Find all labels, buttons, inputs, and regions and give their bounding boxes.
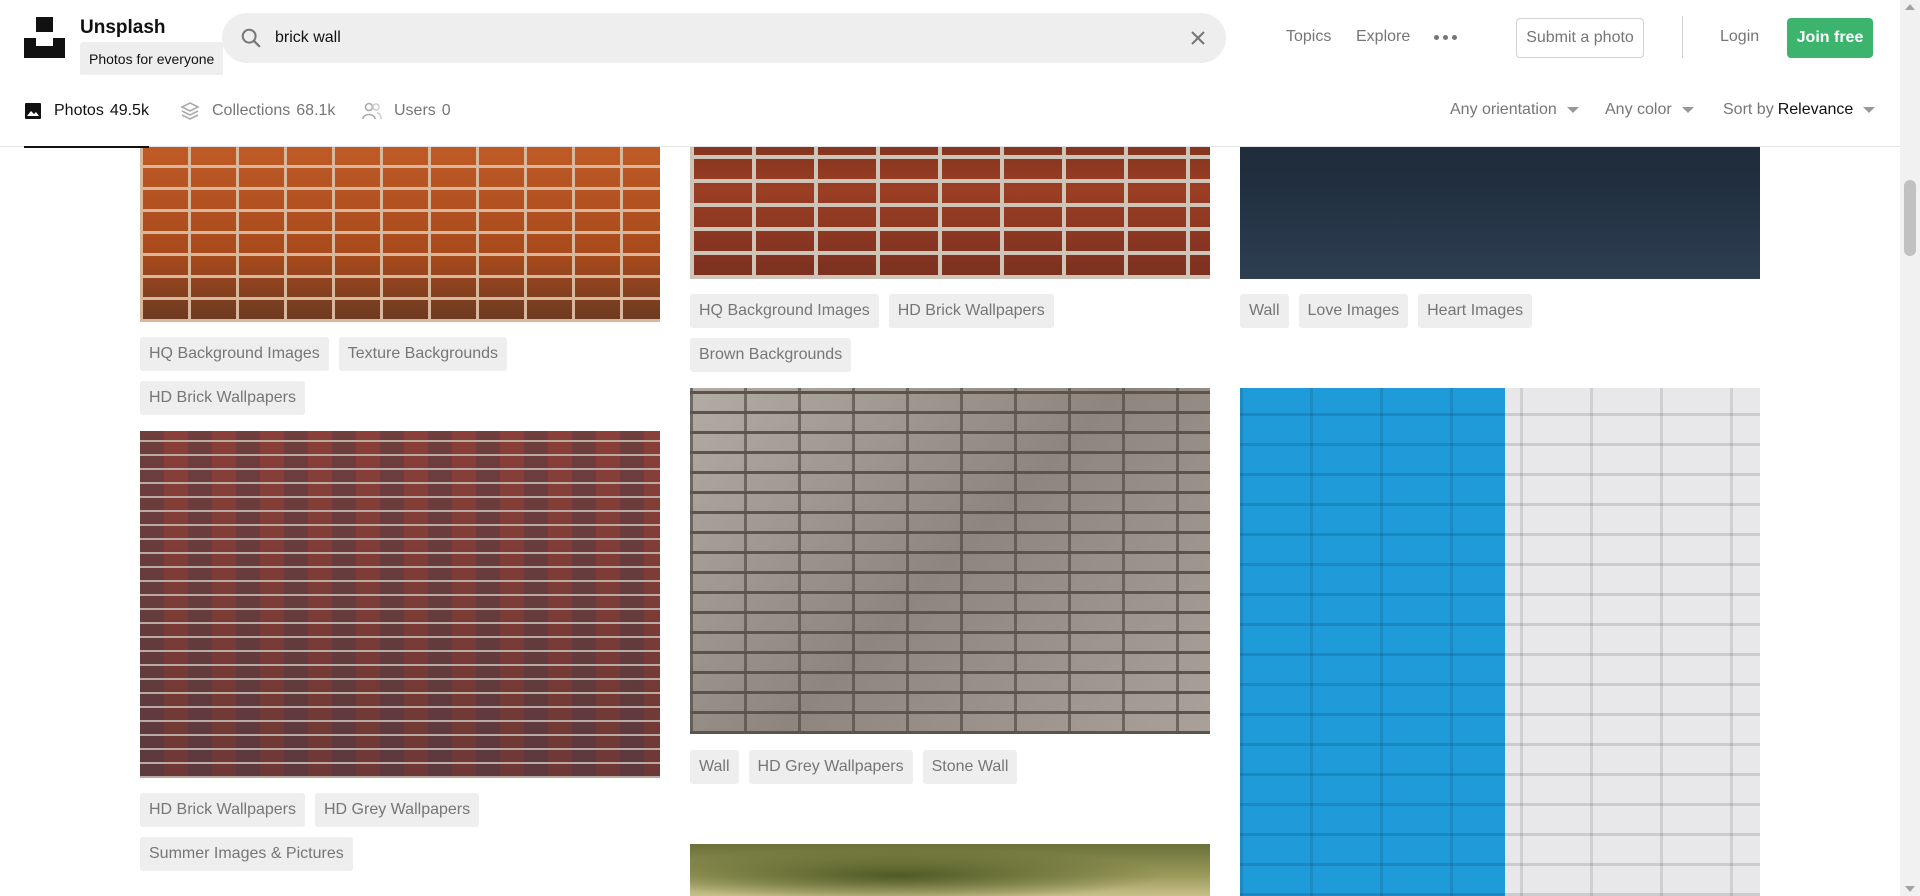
- tag-chip[interactable]: Brown Backgrounds: [690, 338, 852, 372]
- tag-chip[interactable]: Summer Images & Pictures: [140, 837, 353, 871]
- scrollbar-thumb[interactable]: [1904, 180, 1916, 256]
- tab-collections-label: Collections: [212, 102, 291, 119]
- search-icon[interactable]: [240, 27, 262, 49]
- search-filter-bar: Photos 49.5k Collections 68.1k Users 0 A…: [0, 75, 1900, 148]
- scroll-down-icon[interactable]: [1905, 886, 1915, 892]
- chevron-down-icon: [1863, 107, 1876, 113]
- tag-chip[interactable]: Stone Wall: [922, 750, 1018, 784]
- tab-photos-label: Photos: [54, 102, 104, 119]
- brand-tagline: Photos for everyone: [80, 42, 224, 76]
- tag-chip[interactable]: HD Grey Wallpapers: [748, 750, 913, 784]
- color-label: Any color: [1605, 101, 1672, 118]
- collections-icon: [180, 102, 200, 120]
- search-input[interactable]: [275, 13, 1155, 63]
- sort-dropdown[interactable]: Sort by Relevance: [1723, 101, 1876, 119]
- photo-tags: Wall HD Grey Wallpapers Stone Wall: [690, 750, 1210, 784]
- tag-chip[interactable]: HD Brick Wallpapers: [140, 793, 305, 827]
- photo-card[interactable]: [690, 844, 1210, 896]
- tag-chip[interactable]: HQ Background Images: [140, 337, 329, 371]
- tag-chip[interactable]: Wall: [1240, 294, 1289, 328]
- photo-card[interactable]: [690, 388, 1210, 734]
- brand-name: Unsplash: [80, 17, 166, 38]
- nav-explore[interactable]: Explore: [1356, 28, 1410, 46]
- photo-icon: [25, 103, 41, 119]
- users-icon: [362, 102, 382, 120]
- tab-photos[interactable]: Photos 49.5k: [24, 75, 149, 148]
- orientation-dropdown[interactable]: Any orientation: [1450, 101, 1579, 119]
- login-link[interactable]: Login: [1720, 28, 1759, 46]
- photo-tags: HQ Background Images Texture Backgrounds…: [140, 337, 660, 415]
- chevron-down-icon: [1566, 107, 1579, 113]
- photo-tags: Wall Love Images Heart Images: [1240, 294, 1760, 328]
- tab-collections-count: 68.1k: [296, 102, 336, 119]
- tag-chip[interactable]: HD Brick Wallpapers: [888, 294, 1054, 328]
- submit-photo-button[interactable]: Submit a photo: [1516, 18, 1644, 58]
- tag-chip[interactable]: HD Brick Wallpapers: [140, 381, 305, 415]
- tag-chip[interactable]: HQ Background Images: [690, 294, 879, 328]
- search-bar: [222, 13, 1226, 63]
- tab-collections[interactable]: Collections 68.1k: [180, 75, 335, 147]
- photo-tags: HD Brick Wallpapers HD Grey Wallpapers S…: [140, 793, 540, 871]
- orientation-label: Any orientation: [1450, 101, 1557, 118]
- divider: [1682, 16, 1683, 58]
- photo-card[interactable]: [140, 431, 660, 778]
- brand[interactable]: Unsplash Photos for everyone: [80, 17, 224, 76]
- scroll-up-icon[interactable]: [1905, 4, 1915, 10]
- photo-card[interactable]: [1240, 388, 1760, 896]
- tab-users[interactable]: Users 0: [362, 75, 451, 147]
- sort-prefix: Sort by: [1723, 101, 1774, 118]
- unsplash-logo[interactable]: [24, 17, 65, 58]
- tag-chip[interactable]: Texture Backgrounds: [338, 337, 508, 371]
- photo-tags: HQ Background Images HD Brick Wallpapers…: [690, 294, 1210, 372]
- top-navigation: Unsplash Photos for everyone Topics Expl…: [0, 0, 1900, 76]
- page-scrollbar[interactable]: [1900, 0, 1920, 896]
- more-options-icon[interactable]: [1432, 28, 1460, 46]
- tab-users-label: Users: [394, 102, 436, 119]
- nav-topics[interactable]: Topics: [1286, 28, 1331, 46]
- tag-chip[interactable]: Heart Images: [1418, 294, 1533, 328]
- tag-chip[interactable]: Love Images: [1298, 294, 1409, 328]
- tag-chip[interactable]: Wall: [690, 750, 739, 784]
- tab-users-count: 0: [441, 102, 451, 119]
- color-dropdown[interactable]: Any color: [1605, 101, 1694, 119]
- tab-photos-count: 49.5k: [109, 102, 149, 119]
- tag-chip[interactable]: HD Grey Wallpapers: [315, 793, 480, 827]
- join-free-button[interactable]: Join free: [1787, 18, 1873, 58]
- sort-value: Relevance: [1777, 101, 1854, 118]
- chevron-down-icon: [1681, 107, 1694, 113]
- clear-search-icon[interactable]: [1188, 28, 1208, 48]
